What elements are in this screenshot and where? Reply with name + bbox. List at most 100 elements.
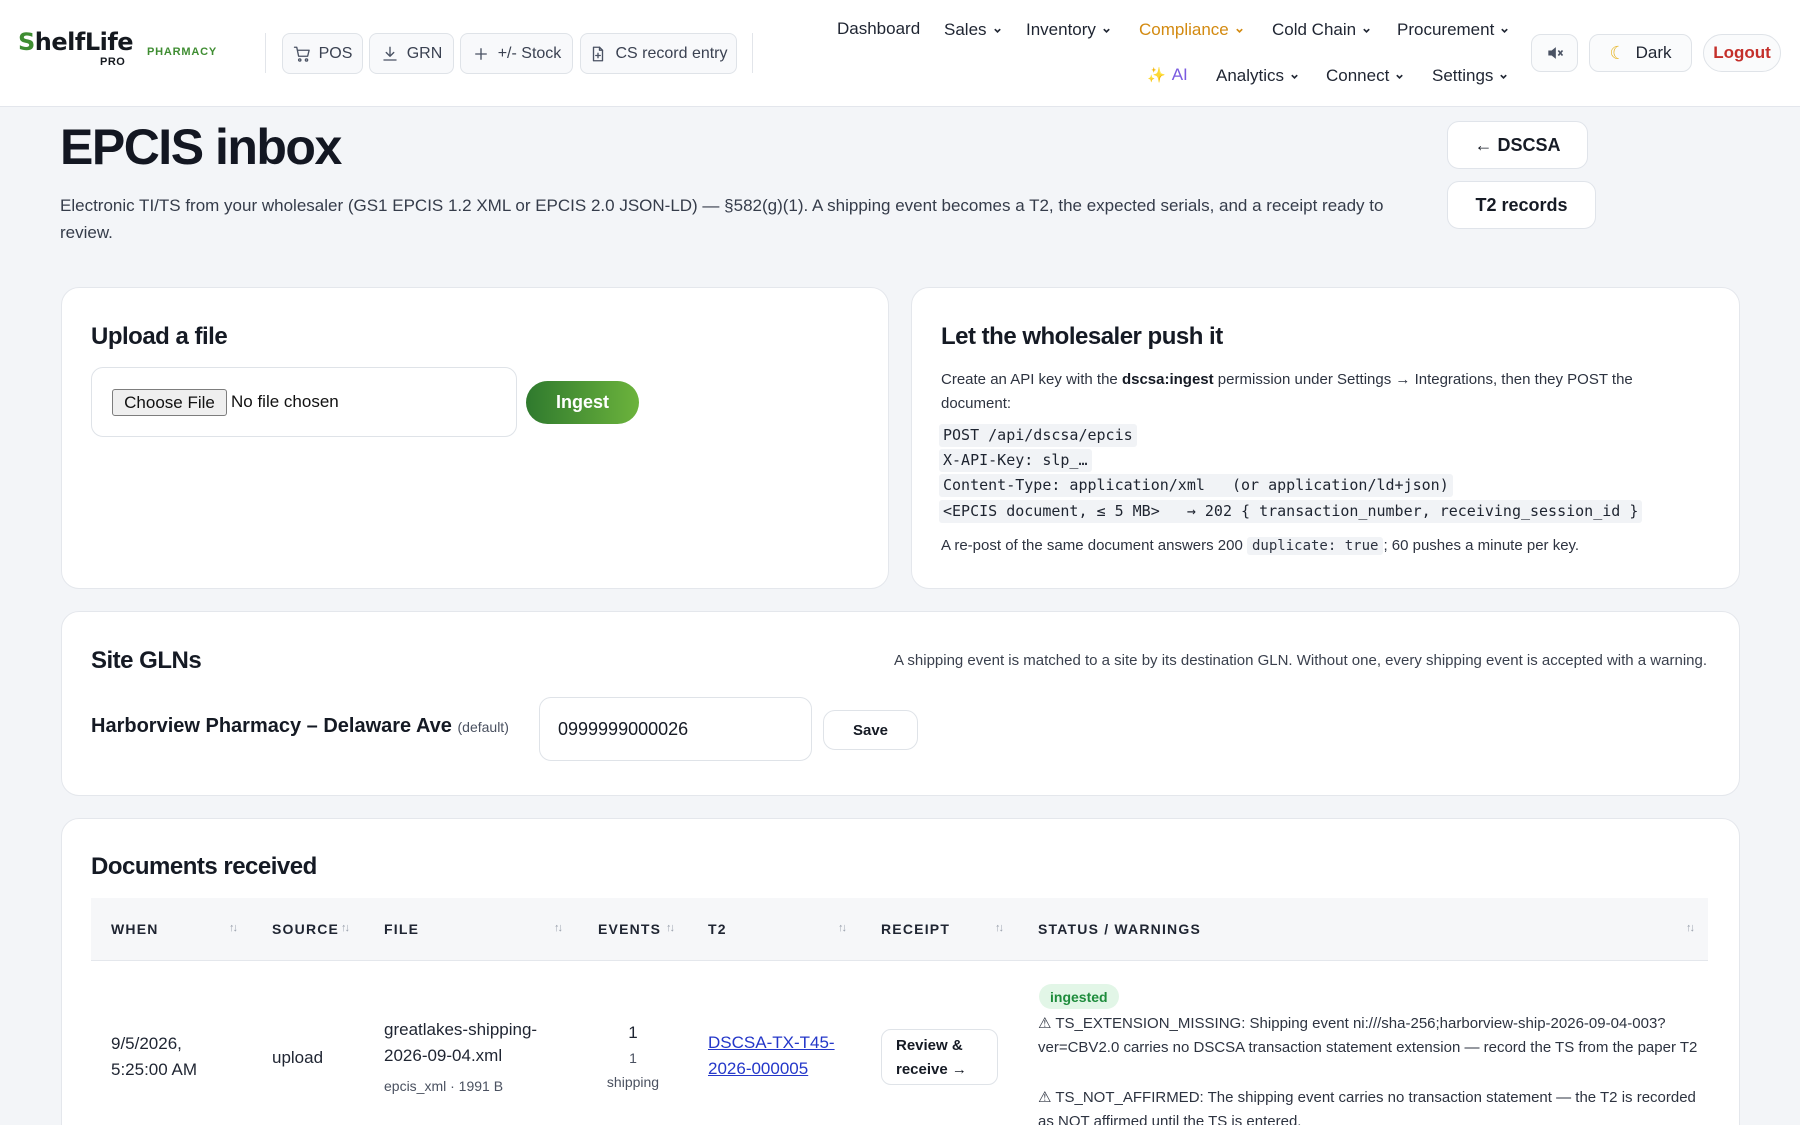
events-count: 1 [628,1023,638,1042]
review-label: Review & [896,1037,963,1054]
t2-number: 2026-000005 [708,1059,809,1078]
t2-number: DSCSA-TX-T45- [708,1033,835,1052]
t2-link[interactable]: DSCSA-TX-T45- 2026-000005 [708,1030,835,1082]
when-time: 5:25:00 AM [111,1060,198,1079]
push-intro-text: Create an API key with the [941,371,1122,388]
sort-icon[interactable]: ↑↓ [838,922,847,934]
nav-ai[interactable]: ✨ AI [1147,65,1188,85]
chevron-down-icon [1363,28,1370,33]
nav-cold-chain-label: Cold Chain [1272,20,1357,39]
column-source[interactable]: SOURCE [272,921,339,937]
sort-icon[interactable]: ↑↓ [666,922,675,934]
cs-record-entry-button[interactable]: CS record entry [580,33,737,74]
theme-toggle-button[interactable]: ☾ Dark [1589,34,1692,72]
site-name: Harborview Pharmacy – Delaware Ave (defa… [91,715,509,738]
nav-connect-label: Connect [1326,66,1390,85]
grn-label: GRN [406,44,443,62]
warning-ts-extension-missing: ⚠ TS_EXTENSION_MISSING: Shipping event n… [1038,1015,1698,1056]
sort-icon[interactable]: ↑↓ [229,922,238,934]
sort-icon[interactable]: ↑↓ [1686,922,1695,934]
nav-settings-label: Settings [1432,66,1494,85]
code-line-endpoint: POST /api/dscsa/epcis [939,424,1137,447]
file-status: No file chosen [231,392,339,411]
t2-records-button[interactable]: T2 records [1447,181,1596,229]
nav-dashboard[interactable]: Dashboard [837,19,920,39]
site-gln-card [61,611,1740,796]
cell-file: greatlakes-shipping- 2026-09-04.xml [384,1017,537,1069]
divider [752,33,753,73]
page-description: Electronic TI/TS from your wholesaler (G… [60,196,1384,242]
cs-record-entry-label: CS record entry [615,44,728,62]
gln-input[interactable]: 0999999000026 [539,697,812,761]
chevron-down-icon [1235,28,1243,33]
sort-icon[interactable]: ↑↓ [995,922,1004,934]
events-sub-type: shipping [606,1074,660,1090]
warning-ts-not-affirmed: ⚠ TS_NOT_AFFIRMED: The shipping event ca… [1038,1089,1696,1125]
sort-icon[interactable]: ↑↓ [554,922,563,934]
repost-note: A re-post of the same document answers 2… [941,534,1721,558]
nav-connect[interactable]: Connect [1326,66,1404,86]
review-receive-button[interactable]: Review & receive → [881,1029,998,1085]
permission-name: dscsa:ingest [1121,371,1214,388]
nav-compliance-label: Compliance [1139,20,1229,39]
push-instructions: Create an API key with the dscsa:ingest … [941,368,1701,416]
nav-cold-chain[interactable]: Cold Chain [1272,20,1371,40]
status-badge: ingested [1039,984,1119,1009]
chevron-down-icon [1500,74,1508,79]
sort-icon[interactable]: ↑↓ [341,922,350,934]
file-plus-icon [593,46,604,61]
nav-inventory[interactable]: Inventory [1026,20,1111,40]
nav-settings[interactable]: Settings [1432,66,1508,86]
column-receipt[interactable]: RECEIPT [881,921,950,937]
sound-toggle-button[interactable] [1531,34,1578,72]
top-bar: ShelfLife PRO PHARMACY POS GRN +/- Stock… [0,0,1800,107]
ingest-button[interactable]: Ingest [526,381,639,424]
column-file[interactable]: FILE [384,921,419,937]
nav-procurement-label: Procurement [1397,20,1495,39]
stock-adjust-button[interactable]: +/- Stock [460,33,573,74]
events-detail: 1 shipping [598,1046,668,1094]
back-to-dscsa-button[interactable]: ← DSCSA [1447,121,1588,169]
nav-ai-label: AI [1171,65,1188,84]
moon-icon: ☾ [1609,42,1626,63]
chevron-down-icon [1501,28,1509,33]
column-t2[interactable]: T2 [708,921,727,937]
file-name: greatlakes-shipping- [384,1020,538,1039]
nav-sales[interactable]: Sales [944,20,1002,40]
cart-icon [293,46,310,62]
brand-tag: PHARMACY [147,46,217,58]
nav-inventory-label: Inventory [1026,20,1096,39]
site-gln-title: Site GLNs [91,647,202,674]
column-when[interactable]: WHEN [111,921,159,937]
sparkle-icon: ✨ [1147,67,1166,84]
chevron-down-icon [993,28,1001,33]
brand-initial: S [18,28,35,56]
column-events[interactable]: EVENTS [598,921,661,937]
page-title: EPCIS inbox [60,119,342,175]
stock-adjust-label: +/- Stock [497,44,562,62]
repost-text: A re-post of the same document answers 2… [941,537,1247,554]
logout-button[interactable]: Logout [1703,34,1781,72]
column-status[interactable]: STATUS / WARNINGS [1038,921,1201,937]
site-name-label: Harborview Pharmacy – Delaware Ave [91,715,452,737]
save-gln-button[interactable]: Save [823,710,918,750]
nav-analytics[interactable]: Analytics [1216,66,1299,86]
documents-title: Documents received [91,853,317,880]
speaker-mute-icon [1547,47,1563,59]
nav-sales-label: Sales [944,20,987,39]
grn-button[interactable]: GRN [369,33,454,74]
code-line-api-key: X-API-Key: slp_… [939,449,1092,472]
nav-compliance[interactable]: Compliance [1139,20,1244,40]
pos-button[interactable]: POS [282,33,363,74]
brand-logo[interactable]: ShelfLife [18,28,134,56]
chevron-down-icon [1103,28,1110,33]
download-icon [383,46,397,61]
nav-procurement[interactable]: Procurement [1397,20,1509,40]
upload-card-title: Upload a file [91,323,228,350]
brand-name: helfLife [34,28,134,56]
review-label: receive → [896,1061,967,1078]
events-sub-count: 1 [629,1050,637,1066]
push-card-title: Let the wholesaler push it [941,323,1223,350]
choose-file-button[interactable]: Choose File [112,389,227,416]
cell-source: upload [272,1048,324,1067]
